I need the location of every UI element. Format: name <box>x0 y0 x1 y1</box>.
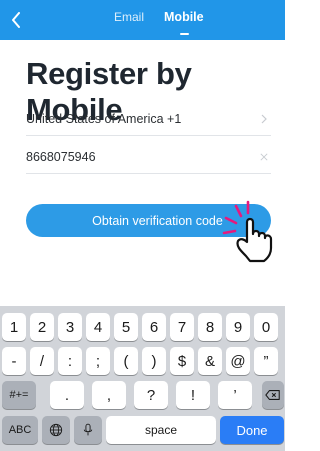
back-button[interactable] <box>2 0 30 40</box>
key-0[interactable]: 0 <box>254 313 278 341</box>
key-semicolon[interactable]: ; <box>86 347 110 375</box>
key-dictation[interactable] <box>74 416 102 444</box>
key-2[interactable]: 2 <box>30 313 54 341</box>
backspace-key[interactable] <box>262 381 284 409</box>
key-dollar[interactable]: $ <box>170 347 194 375</box>
country-code-value: United States of America +1 <box>26 111 182 126</box>
tab-mobile[interactable]: Mobile <box>154 0 214 40</box>
key-3[interactable]: 3 <box>58 313 82 341</box>
key-more-symbols[interactable]: #+= <box>2 381 36 409</box>
active-tab-indicator <box>179 33 189 35</box>
key-abc[interactable]: ABC <box>2 416 38 444</box>
top-navigation-bar: Email Mobile <box>0 0 285 40</box>
key-ampersand[interactable]: & <box>198 347 222 375</box>
key-exclamation[interactable]: ! <box>176 381 210 409</box>
key-9[interactable]: 9 <box>226 313 250 341</box>
key-period[interactable]: . <box>50 381 84 409</box>
key-space[interactable]: space <box>106 416 216 444</box>
key-7[interactable]: 7 <box>170 313 194 341</box>
key-at[interactable]: @ <box>226 347 250 375</box>
microphone-icon <box>83 423 93 436</box>
phone-number-value: 8668075946 <box>26 149 96 164</box>
tab-mobile-label: Mobile <box>164 10 204 24</box>
country-code-selector[interactable]: United States of America +1 <box>26 102 271 136</box>
chevron-right-icon <box>257 112 271 126</box>
tap-hand-icon <box>222 200 273 263</box>
key-done[interactable]: Done <box>220 416 284 444</box>
register-method-tabs: Email Mobile <box>104 0 214 40</box>
tab-email-label: Email <box>114 10 145 24</box>
obtain-verification-code-label: Obtain verification code <box>92 213 223 228</box>
key-apostrophe[interactable]: ’ <box>218 381 252 409</box>
key-6[interactable]: 6 <box>142 313 166 341</box>
key-question[interactable]: ? <box>134 381 168 409</box>
key-globe[interactable] <box>42 416 70 444</box>
globe-icon <box>49 423 63 437</box>
key-open-paren[interactable]: ( <box>114 347 138 375</box>
chevron-left-icon <box>12 12 20 28</box>
key-4[interactable]: 4 <box>86 313 110 341</box>
clear-icon[interactable] <box>257 150 271 164</box>
key-quote[interactable]: ” <box>254 347 278 375</box>
key-comma[interactable]: , <box>92 381 126 409</box>
key-slash[interactable]: / <box>30 347 54 375</box>
key-colon[interactable]: : <box>58 347 82 375</box>
key-hyphen[interactable]: - <box>2 347 26 375</box>
tab-email[interactable]: Email <box>104 0 154 40</box>
numeric-keyboard: 1 2 3 4 5 6 7 8 9 0 - / : ; ( ) $ & @ ” … <box>0 306 285 451</box>
phone-number-input[interactable]: 8668075946 <box>26 140 271 174</box>
key-5[interactable]: 5 <box>114 313 138 341</box>
key-close-paren[interactable]: ) <box>142 347 166 375</box>
backspace-icon <box>265 390 280 400</box>
key-8[interactable]: 8 <box>198 313 222 341</box>
key-1[interactable]: 1 <box>2 313 26 341</box>
